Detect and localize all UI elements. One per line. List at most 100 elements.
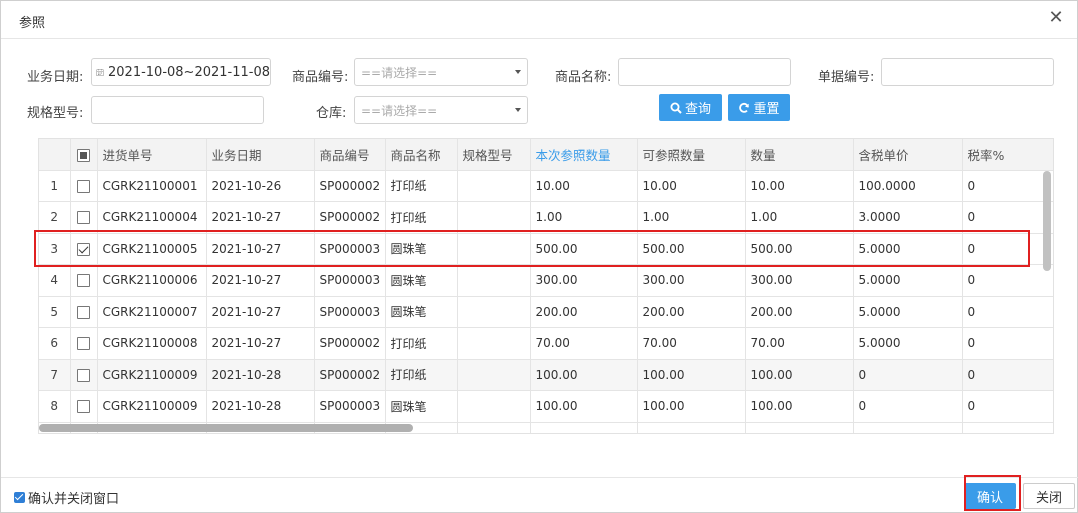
row-checkbox[interactable] bbox=[70, 327, 98, 360]
table-cell: 70.00 bbox=[637, 327, 746, 360]
table-cell: SP000002 bbox=[314, 359, 386, 391]
table-cell: 圆珠笔 bbox=[385, 233, 458, 265]
close-icon[interactable]: ✕ bbox=[1045, 7, 1067, 29]
table-cell: 圆珠笔 bbox=[385, 390, 458, 423]
table-cell: 1.00 bbox=[637, 201, 746, 234]
table-cell: CGRK21100001 bbox=[97, 170, 207, 202]
table-cell: 10.00 bbox=[637, 170, 746, 202]
row-checkbox[interactable] bbox=[70, 296, 98, 328]
reset-button[interactable]: 重置 bbox=[728, 94, 790, 121]
row-number: 7 bbox=[39, 359, 71, 391]
confirm-button[interactable]: 确认 bbox=[964, 483, 1016, 509]
table-row[interactable]: 6 CGRK21100008 2021-10-27 SP000002 打印纸 70.00 7… bbox=[39, 327, 1053, 360]
table-cell: SP000003 bbox=[314, 233, 386, 265]
table-row[interactable]: 7 CGRK21100009 2021-10-28 SP000002 打印纸 100.00… bbox=[39, 359, 1053, 391]
column-header[interactable]: 进货单号 bbox=[97, 139, 207, 171]
table-cell: 0 bbox=[853, 390, 963, 423]
table-cell: 500.00 bbox=[530, 233, 638, 265]
table-cell bbox=[457, 390, 531, 423]
row-number: 2 bbox=[39, 201, 71, 234]
table-cell: 2021-10-26 bbox=[206, 170, 315, 202]
table-header-row: 进货单号 业务日期 商品编号 商品名称 规格型号 本次参照数量 可参照数量 数量… bbox=[39, 139, 1053, 171]
table-cell: 5.0000 bbox=[853, 296, 963, 328]
date-label: 业务日期: bbox=[27, 70, 84, 85]
table-cell: 2021-10-27 bbox=[206, 327, 315, 360]
table-row[interactable]: 8 CGRK21100009 2021-10-28 SP000003 圆珠笔 100.00… bbox=[39, 390, 1053, 423]
refresh-icon bbox=[739, 102, 750, 113]
row-checkbox[interactable] bbox=[70, 233, 98, 265]
table-cell: 300.00 bbox=[745, 264, 854, 297]
table-cell: 0 bbox=[962, 264, 1053, 297]
calendar-icon bbox=[96, 68, 104, 76]
table-cell: 0 bbox=[962, 233, 1053, 265]
confirm-and-close-label: 确认并关闭窗口 bbox=[28, 492, 120, 507]
table-row[interactable]: 5 CGRK21100007 2021-10-27 SP000003 圆珠笔 200.00… bbox=[39, 296, 1053, 328]
close-button[interactable]: 关闭 bbox=[1023, 483, 1075, 509]
table-row[interactable]: 4 CGRK21100006 2021-10-27 SP000003 圆珠笔 300.00… bbox=[39, 264, 1053, 297]
table-cell: 200.00 bbox=[530, 296, 638, 328]
checkbox-checked-icon bbox=[14, 492, 25, 503]
table-cell: SP000003 bbox=[314, 390, 386, 423]
table-cell: 0 bbox=[962, 390, 1053, 423]
table-cell: 2021-10-27 bbox=[206, 264, 315, 297]
table-cell: 3.0000 bbox=[853, 201, 963, 234]
column-header[interactable]: 含税单价 bbox=[853, 139, 963, 171]
dialog-footer: 确认并关闭窗口 确认 关闭 bbox=[1, 475, 1078, 513]
chevron-down-icon bbox=[515, 108, 521, 112]
spec-input[interactable] bbox=[91, 96, 264, 124]
query-button[interactable]: 查询 bbox=[659, 94, 722, 121]
select-all-checkbox[interactable] bbox=[70, 139, 98, 171]
table-cell: 2021-10-28 bbox=[206, 390, 315, 423]
table-cell: 打印纸 bbox=[385, 201, 458, 234]
confirm-and-close-checkbox[interactable]: 确认并关闭窗口 bbox=[14, 488, 119, 507]
table-cell: 100.00 bbox=[637, 390, 746, 423]
warehouse-select[interactable]: ==请选择== bbox=[354, 96, 528, 124]
doc-no-label: 单据编号: bbox=[818, 70, 875, 85]
row-number: 5 bbox=[39, 296, 71, 328]
column-header[interactable]: 规格型号 bbox=[457, 139, 531, 171]
column-header[interactable]: 业务日期 bbox=[206, 139, 315, 171]
table-cell bbox=[457, 170, 531, 202]
table-cell bbox=[457, 201, 531, 234]
table-cell: 100.00 bbox=[745, 359, 854, 391]
table-cell: 500.00 bbox=[745, 233, 854, 265]
product-code-select[interactable]: ==请选择== bbox=[354, 58, 528, 86]
row-number: 3 bbox=[39, 233, 71, 265]
horizontal-scrollbar[interactable] bbox=[39, 424, 413, 432]
column-header[interactable]: 税率% bbox=[962, 139, 1053, 171]
table-cell: CGRK21100004 bbox=[97, 201, 207, 234]
column-header[interactable]: 本次参照数量 bbox=[530, 139, 638, 171]
table-cell: SP000002 bbox=[314, 170, 386, 202]
table-cell: SP000003 bbox=[314, 296, 386, 328]
column-header[interactable]: 可参照数量 bbox=[637, 139, 746, 171]
column-header[interactable]: 商品名称 bbox=[385, 139, 458, 171]
table-cell: 500.00 bbox=[637, 233, 746, 265]
table-cell: 0 bbox=[962, 327, 1053, 360]
data-table: 进货单号 业务日期 商品编号 商品名称 规格型号 本次参照数量 可参照数量 数量… bbox=[39, 139, 1053, 433]
row-checkbox[interactable] bbox=[70, 201, 98, 234]
column-header[interactable]: 数量 bbox=[745, 139, 854, 171]
table-cell: 0 bbox=[962, 201, 1053, 234]
product-name-input[interactable] bbox=[618, 58, 791, 86]
dialog-titlebar: 参照 ✕ bbox=[1, 1, 1077, 39]
row-checkbox[interactable] bbox=[70, 170, 98, 202]
table-cell: 10.00 bbox=[530, 170, 638, 202]
doc-no-input[interactable] bbox=[881, 58, 1054, 86]
table-cell: 打印纸 bbox=[385, 359, 458, 391]
date-range-input[interactable]: 2021-10-08~2021-11-08 bbox=[91, 58, 271, 86]
table-cell: CGRK21100009 bbox=[97, 390, 207, 423]
column-header[interactable]: 商品编号 bbox=[314, 139, 386, 171]
table-cell bbox=[457, 327, 531, 360]
table-row[interactable]: 1 CGRK21100001 2021-10-26 SP000002 打印纸 10.00 1… bbox=[39, 170, 1053, 202]
vertical-scrollbar[interactable] bbox=[1043, 171, 1051, 271]
reset-label: 重置 bbox=[753, 102, 780, 117]
table-cell: 0 bbox=[853, 359, 963, 391]
row-checkbox[interactable] bbox=[70, 264, 98, 297]
table-cell bbox=[457, 296, 531, 328]
table-cell: 100.0000 bbox=[853, 170, 963, 202]
table-row[interactable]: 3 CGRK21100005 2021-10-27 SP000003 圆珠笔 500.00… bbox=[39, 233, 1053, 265]
row-checkbox[interactable] bbox=[70, 390, 98, 423]
row-checkbox[interactable] bbox=[70, 359, 98, 391]
table-cell: 300.00 bbox=[637, 264, 746, 297]
table-row[interactable]: 2 CGRK21100004 2021-10-27 SP000002 打印纸 1.00 1.… bbox=[39, 201, 1053, 234]
